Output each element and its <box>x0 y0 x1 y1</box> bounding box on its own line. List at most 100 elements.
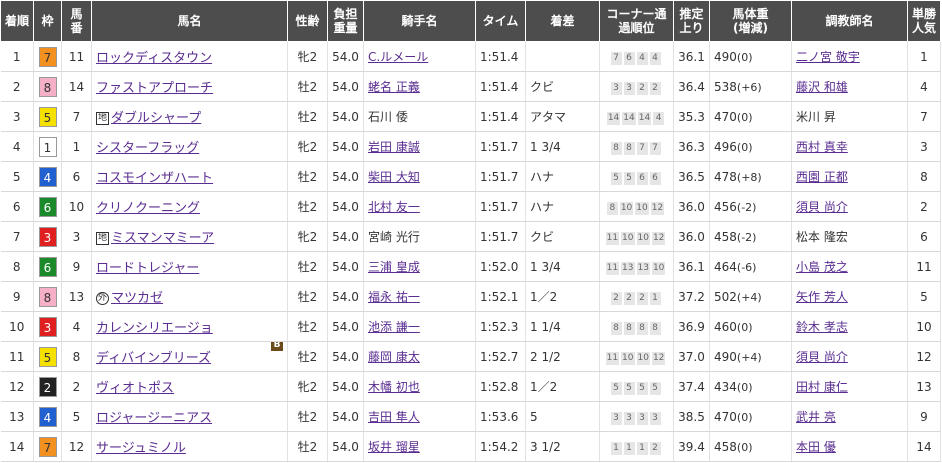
corner-position: 6 <box>623 51 635 65</box>
jockey-name: 宮崎 光行 <box>368 230 420 244</box>
waku-badge: 8 <box>38 286 57 307</box>
table-row: 1 7 11 ロックディスタウン 牝2 54.0 C.ルメール 1:51.4 7 6 4 4 36.1 4… <box>0 41 941 72</box>
header-horse[interactable]: 馬名 <box>91 0 288 42</box>
bodyweight-diff: (0) <box>736 410 753 424</box>
trainer-name[interactable]: 須貝 尚介 <box>796 200 848 214</box>
horse-name-link[interactable]: シスターフラッグ <box>96 141 199 156</box>
trainer-name[interactable]: 須貝 尚介 <box>796 350 848 364</box>
jockey-name[interactable]: 三浦 皇成 <box>368 260 420 274</box>
corner-position: 1 <box>610 441 622 455</box>
last-3f-cell: 39.4 <box>673 431 710 462</box>
horse-name-link[interactable]: ファストアプローチ <box>96 81 213 96</box>
header-rank[interactable]: 着順 <box>0 0 34 42</box>
horse-name-link[interactable]: ロジャージーニアス <box>96 411 212 426</box>
horse-name-link[interactable]: ダブルシャープ <box>111 111 201 126</box>
trainer-name: 米川 昇 <box>796 110 836 124</box>
horse-name-link[interactable]: クリノクーニング <box>96 201 200 216</box>
corner-position: 7 <box>636 141 648 155</box>
trainer-name[interactable]: 矢作 芳人 <box>796 290 848 304</box>
corner-position: 6 <box>636 171 648 185</box>
horse-name-link[interactable]: コスモインザハート <box>96 171 213 186</box>
jockey-name[interactable]: 木幡 初也 <box>368 380 420 394</box>
header-num[interactable]: 馬番 <box>61 0 92 42</box>
jockey-name[interactable]: 福永 祐一 <box>368 290 420 304</box>
horse-name-link[interactable]: サージュミノル <box>96 441 186 456</box>
header-time[interactable]: タイム <box>475 0 526 42</box>
popularity-cell: 10 <box>907 311 941 342</box>
header-jockey[interactable]: 騎手名 <box>363 0 476 42</box>
popularity-cell: 11 <box>907 251 941 282</box>
jockey-cell: 池添 謙一 <box>363 311 476 342</box>
trainer-name[interactable]: 西園 正都 <box>796 170 848 184</box>
horse-name-link[interactable]: ヴィオトポス <box>96 381 174 396</box>
horse-cell: カレンシリエージョ <box>91 311 288 342</box>
jockey-name[interactable]: 池添 謙一 <box>368 320 420 334</box>
horse-cell: シスターフラッグ <box>91 131 288 162</box>
header-weight[interactable]: 負担重量 <box>327 0 364 42</box>
corner-position: 7 <box>649 141 661 155</box>
corner-position: 1 <box>636 441 648 455</box>
last-3f-cell: 36.1 <box>673 41 710 72</box>
trainer-cell: 松本 隆宏 <box>791 221 908 252</box>
sex-age-cell: 牝2 <box>287 131 328 162</box>
trainer-name[interactable]: 藤沢 和雄 <box>796 80 848 94</box>
header-margin[interactable]: 着差 <box>525 0 600 42</box>
trainer-name[interactable]: 田村 康仁 <box>796 380 848 394</box>
jockey-cell: C.ルメール <box>363 41 476 72</box>
jockey-name[interactable]: 柴田 大知 <box>368 170 420 184</box>
corner-position: 5 <box>623 381 635 395</box>
trainer-name[interactable]: 鈴木 孝志 <box>796 320 848 334</box>
trainer-name[interactable]: 武井 亮 <box>796 410 836 424</box>
trainer-name[interactable]: 本田 優 <box>796 440 836 454</box>
corner-position: 5 <box>610 381 622 395</box>
header-last[interactable]: 推定上り <box>673 0 710 42</box>
jockey-name[interactable]: 藤岡 康太 <box>368 350 420 364</box>
jockey-cell: 蛯名 正義 <box>363 71 476 102</box>
waku-badge: 7 <box>38 46 57 67</box>
margin-cell: 1／2 <box>525 281 600 312</box>
header-sexage[interactable]: 性齢 <box>287 0 328 42</box>
last-3f-cell: 36.1 <box>673 251 710 282</box>
horse-name-link[interactable]: ミスマンマミーア <box>111 231 214 246</box>
horse-name-link[interactable]: ディバインブリーズ <box>96 351 211 366</box>
header-bodyweight[interactable]: 馬体重(増減) <box>709 0 792 42</box>
waku-cell: 7 <box>33 41 62 72</box>
waku-badge: 4 <box>38 406 57 427</box>
header-pop[interactable]: 単勝人気 <box>907 0 941 42</box>
table-row: 14 7 12 サージュミノル 牡2 54.0 坂井 瑠星 1:54.2 3 1/2 1 1 1 2 39… <box>0 431 941 462</box>
horse-name-link[interactable]: ロードトレジャー <box>96 261 199 276</box>
corner-cell: 7644 <box>599 41 674 72</box>
table-row: 3 5 7 地ダブルシャープ 牡2 54.0 石川 倭 1:51.4 アタマ 14 14 14 4 35.… <box>0 101 941 132</box>
trainer-name[interactable]: 二ノ宮 敬宇 <box>796 50 860 64</box>
jockey-name[interactable]: 坂井 瑠星 <box>368 440 420 454</box>
time-cell: 1:52.8 <box>475 371 526 402</box>
bodyweight-diff: (-6) <box>736 260 757 274</box>
time-cell: 1:52.7 <box>475 341 526 372</box>
sex-age-cell: 牝2 <box>287 371 328 402</box>
horse-name-link[interactable]: マツカゼ <box>111 291 163 306</box>
jockey-name[interactable]: 北村 友一 <box>368 200 420 214</box>
header-waku[interactable]: 枠 <box>33 0 62 42</box>
margin-cell: 1／2 <box>525 371 600 402</box>
corner-position: 4 <box>649 51 661 65</box>
trainer-name[interactable]: 西村 真幸 <box>796 140 848 154</box>
header-trainer[interactable]: 調教師名 <box>791 0 908 42</box>
jockey-name[interactable]: 岩田 康誠 <box>368 140 420 154</box>
jockey-name[interactable]: 蛯名 正義 <box>368 80 420 94</box>
jockey-name[interactable]: 吉田 隼人 <box>368 410 420 424</box>
table-row: 9 8 13 外マツカゼ 牡2 54.0 福永 祐一 1:52.1 1／2 2 2 2 1 37.2 502… <box>0 281 941 312</box>
jockey-name[interactable]: C.ルメール <box>368 50 428 64</box>
horse-name-link[interactable]: カレンシリエージョ <box>96 321 213 336</box>
corner-cell: 2221 <box>599 281 674 312</box>
waku-badge: 1 <box>38 136 57 157</box>
corner-position: 10 <box>619 201 634 215</box>
horse-cell: 地ダブルシャープ <box>91 101 288 132</box>
waku-cell: 8 <box>33 281 62 312</box>
horse-name-link[interactable]: ロックディスタウン <box>96 51 212 66</box>
trainer-cell: 小島 茂之 <box>791 251 908 282</box>
trainer-name[interactable]: 小島 茂之 <box>796 260 848 274</box>
trainer-cell: 本田 優 <box>791 431 908 462</box>
horse-cell: サージュミノル <box>91 431 288 462</box>
weight-cell: 54.0 <box>327 431 364 462</box>
corner-position: 5 <box>649 381 661 395</box>
